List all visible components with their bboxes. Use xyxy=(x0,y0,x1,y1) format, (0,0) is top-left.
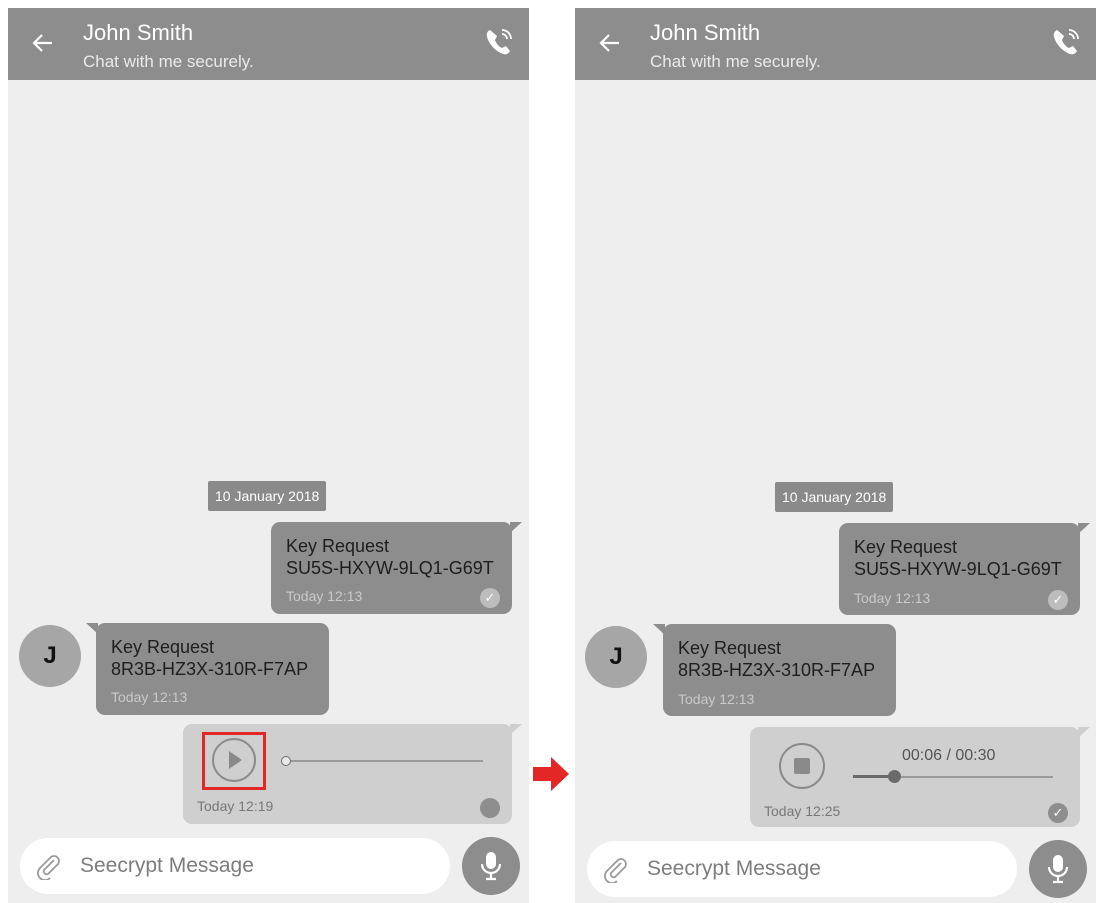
message-time: Today 12:13 xyxy=(286,588,363,604)
contact-name: John Smith xyxy=(650,20,761,45)
voice-message[interactable]: 00:06 / 00:30 Today 12:25 ✓ xyxy=(750,727,1090,827)
message-time: Today 12:25 xyxy=(764,803,841,819)
message-title: Key Request xyxy=(111,637,215,657)
message-title: Key Request xyxy=(286,536,390,556)
avatar[interactable]: J xyxy=(19,625,81,687)
bubble-tail xyxy=(653,624,665,635)
received-message[interactable]: Key Request 8R3B-HZ3X-310R-F7AP Today 12… xyxy=(653,624,896,716)
message-key: 8R3B-HZ3X-310R-F7AP xyxy=(678,660,876,680)
date-chip: 10 January 2018 xyxy=(775,482,894,512)
sent-message[interactable]: Key Request SU5S-HXYW-9LQ1-G69T Today 12… xyxy=(271,522,522,614)
check-icon: ✓ xyxy=(1048,803,1068,823)
check-icon: ✓ xyxy=(1048,590,1068,610)
paperclip-icon[interactable] xyxy=(601,855,629,884)
message-input-bar xyxy=(587,841,1017,897)
audio-duration: 00:06 / 00:30 xyxy=(902,747,996,764)
message-input-bar xyxy=(20,838,450,894)
bubble-tail xyxy=(1078,727,1090,738)
phone-icon[interactable] xyxy=(1050,26,1082,58)
message-title: Key Request xyxy=(854,537,958,557)
bubble-tail xyxy=(510,724,522,735)
microphone-icon[interactable] xyxy=(462,837,520,895)
message-key: SU5S-HXYW-9LQ1-G69T xyxy=(286,558,494,578)
message-input[interactable] xyxy=(647,851,987,887)
phone-icon[interactable] xyxy=(483,26,515,58)
message-input[interactable] xyxy=(80,848,420,884)
received-message[interactable]: Key Request 8R3B-HZ3X-310R-F7AP Today 12… xyxy=(86,623,329,715)
contact-name: John Smith xyxy=(83,20,194,45)
chat-header: John Smith Chat with me securely. xyxy=(575,8,1096,80)
message-time: Today 12:13 xyxy=(854,590,931,606)
bubble-tail xyxy=(1078,523,1090,534)
arrow-left-icon[interactable] xyxy=(32,30,54,56)
chat-screen-before: John Smith Chat with me securely. 10 Jan… xyxy=(8,8,529,903)
highlight-box xyxy=(202,732,266,790)
audio-progress-fill xyxy=(853,775,893,778)
audio-progress-knob[interactable] xyxy=(281,756,291,766)
message-time: Today 12:19 xyxy=(197,798,274,814)
contact-status: Chat with me securely. xyxy=(83,52,254,71)
date-chip: 10 January 2018 xyxy=(208,481,327,511)
message-time: Today 12:13 xyxy=(111,689,188,705)
bubble-tail xyxy=(86,623,98,634)
microphone-icon[interactable] xyxy=(1029,840,1087,898)
message-key: SU5S-HXYW-9LQ1-G69T xyxy=(854,559,1062,579)
stop-icon[interactable] xyxy=(778,742,826,790)
message-time: Today 12:13 xyxy=(678,691,755,707)
message-key: 8R3B-HZ3X-310R-F7AP xyxy=(111,659,309,679)
arrow-right-icon xyxy=(531,754,571,794)
sent-message[interactable]: Key Request SU5S-HXYW-9LQ1-G69T Today 12… xyxy=(839,523,1090,615)
bubble-tail xyxy=(510,522,522,533)
paperclip-icon[interactable] xyxy=(34,852,62,881)
message-title: Key Request xyxy=(678,638,782,658)
audio-progress-knob[interactable] xyxy=(888,770,901,783)
chat-screen-after: John Smith Chat with me securely. 10 Jan… xyxy=(575,8,1096,903)
check-icon: ✓ xyxy=(480,588,500,608)
contact-status: Chat with me securely. xyxy=(650,52,821,71)
avatar[interactable]: J xyxy=(585,626,647,688)
status-dot xyxy=(480,798,500,818)
arrow-left-icon[interactable] xyxy=(599,30,621,56)
chat-header: John Smith Chat with me securely. xyxy=(8,8,529,80)
audio-progress-track[interactable] xyxy=(283,760,483,762)
